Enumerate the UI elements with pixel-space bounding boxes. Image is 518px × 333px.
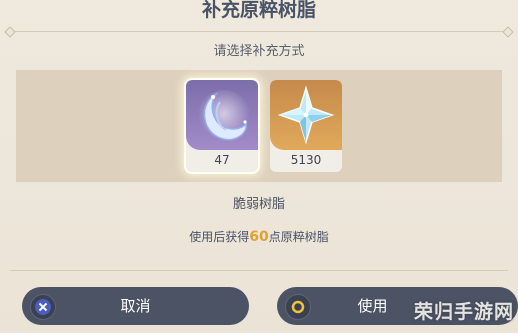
use-button-label: 使用 [357,297,388,315]
info-suffix: 点原粹树脂 [268,230,329,244]
primogem-item-count: 5130 [290,153,322,167]
site-watermark: 荣归手游网 [413,301,514,323]
moon-item-count: 47 [214,153,230,167]
dialog-title: 补充原粹树脂 [201,0,316,21]
cancel-button[interactable]: 取消 [22,287,249,325]
selected-item-name: 脆弱树脂 [232,197,285,212]
choose-method-prompt: 请选择补充方式 [213,44,305,59]
crescent-moon-icon [186,80,258,150]
moon-item-card[interactable]: 47 [186,80,258,172]
resin-amount: 60 [249,229,269,245]
resin-gain-info: 使用后获得60点原粹树脂 [0,228,518,245]
title-divider [10,31,508,32]
primogem-star-icon [270,80,342,150]
footer-divider [10,270,508,271]
o-circle-icon [285,294,311,320]
replenish-resin-dialog: 补充原粹树脂 请选择补充方式 47 5130 脆弱树脂 使用后获得60点原粹树脂… [0,0,518,330]
primogem-item-card[interactable]: 5130 [270,80,342,172]
item-selection-band: 47 5130 [16,70,502,182]
cancel-button-label: 取消 [120,297,151,315]
x-circle-icon [30,294,56,320]
info-prefix: 使用后获得 [189,230,250,244]
